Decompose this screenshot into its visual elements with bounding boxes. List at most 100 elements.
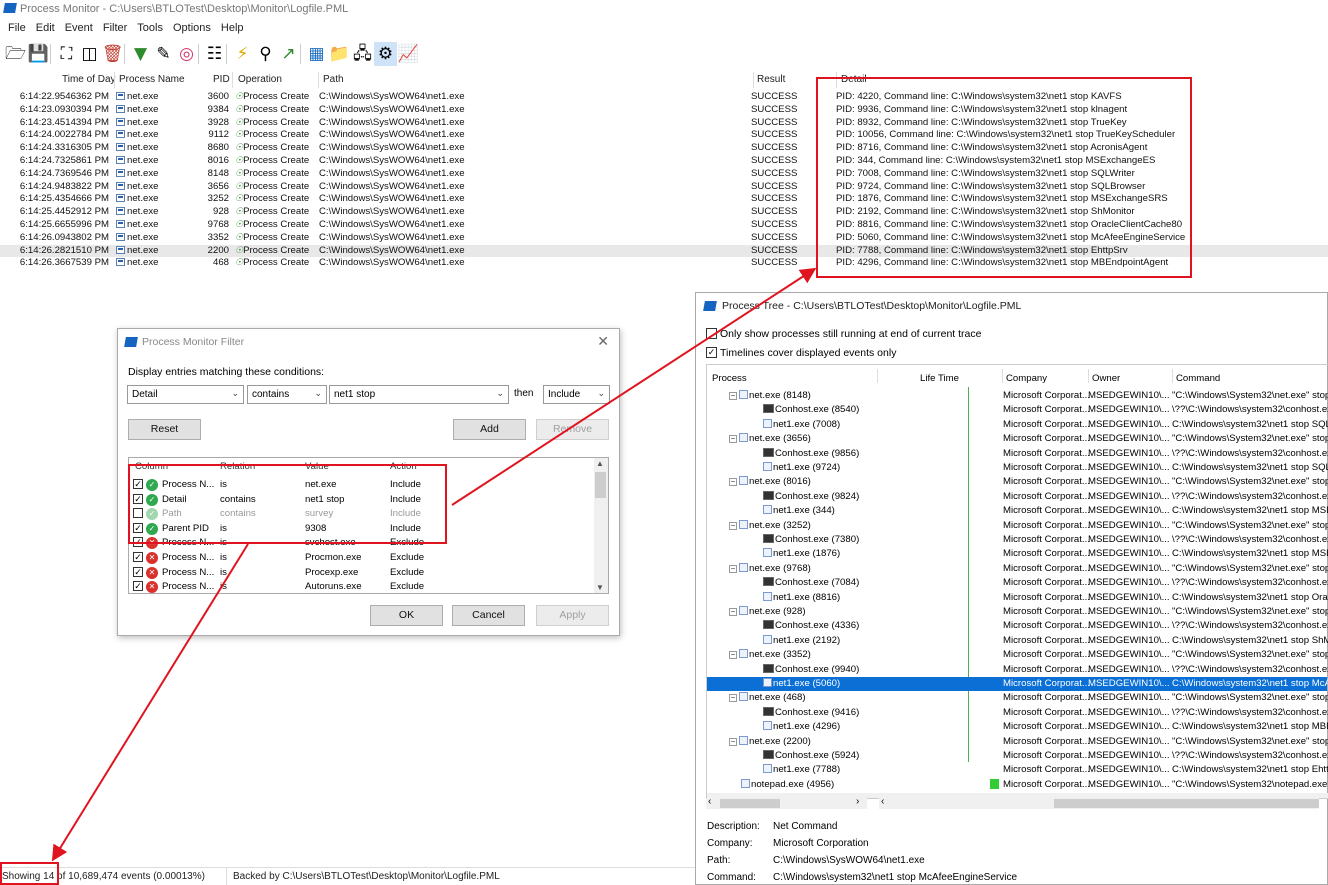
- add-button[interactable]: Add: [453, 419, 526, 440]
- tree-row[interactable]: Conhost.exe (9416) Microsoft Corporat... M…: [707, 706, 1328, 720]
- tree-row[interactable]: − net.exe (468) Microsoft Corporat... MSEDG…: [707, 691, 1328, 705]
- tree-row[interactable]: net1.exe (4296) Microsoft Corporat... MSED…: [707, 720, 1328, 734]
- clear-icon[interactable]: 🗑: [101, 42, 124, 66]
- menu-file[interactable]: File: [0, 20, 26, 34]
- tree-row[interactable]: − net.exe (3252) Microsoft Corporat... MSED…: [707, 519, 1328, 533]
- scroll-down-icon[interactable]: ▼: [596, 583, 604, 592]
- tree-row[interactable]: net1.exe (1876) Microsoft Corporat... MSED…: [707, 547, 1328, 561]
- capture-icon[interactable]: ◫: [78, 42, 101, 66]
- tree-row[interactable]: Conhost.exe (9940) Microsoft Corporat... M…: [707, 663, 1328, 677]
- col-header-pid[interactable]: PID: [213, 74, 230, 87]
- tree-row[interactable]: net1.exe (344) Microsoft Corporat... MSEDG…: [707, 504, 1328, 518]
- apply-button[interactable]: Apply: [536, 605, 609, 626]
- scroll-up-icon[interactable]: ▲: [596, 459, 604, 468]
- horizontal-scrollbar[interactable]: ‹ ›: [706, 796, 867, 809]
- rule-checkbox[interactable]: ✓: [133, 581, 143, 592]
- action-select[interactable]: Include ⌄: [543, 385, 610, 404]
- menu-help[interactable]: Help: [213, 20, 244, 34]
- filter-icon[interactable]: ▼: [129, 42, 152, 66]
- tree-row[interactable]: − net.exe (3656) Microsoft Corporat... MSED…: [707, 432, 1328, 446]
- target-icon[interactable]: ◎: [175, 42, 198, 66]
- col-header-lifetime[interactable]: Life Time: [920, 373, 959, 384]
- col-header-command[interactable]: Command: [1176, 373, 1220, 384]
- tree-row[interactable]: net1.exe (7008) Microsoft Corporat... MSED…: [707, 418, 1328, 432]
- scroll-thumb[interactable]: [720, 799, 780, 808]
- expand-collapse-icon[interactable]: −: [729, 737, 737, 746]
- tree-row[interactable]: net1.exe (5060) Microsoft Corporat... MSED…: [707, 677, 1328, 692]
- rule-checkbox[interactable]: ✓: [133, 566, 143, 577]
- tree-row[interactable]: notepad.exe (4956) Microsoft Corporat... M…: [707, 778, 1328, 792]
- only-running-checkbox[interactable]: [706, 328, 717, 339]
- autoscroll-icon[interactable]: ⛶: [55, 42, 78, 66]
- menu-tools[interactable]: Tools: [129, 20, 163, 34]
- remove-button[interactable]: Remove: [536, 419, 609, 440]
- scroll-right-icon[interactable]: ›: [856, 796, 859, 807]
- tree-row[interactable]: Conhost.exe (8540) Microsoft Corporat... M…: [707, 403, 1328, 417]
- jump-icon[interactable]: ↗: [277, 42, 300, 66]
- filter-row[interactable]: ✓ ✕ Process N... is Procexp.exe Exclude: [129, 566, 599, 580]
- process-tree-list[interactable]: Process Life Time Company Owner Command …: [706, 364, 1328, 799]
- cancel-button[interactable]: Cancel: [452, 605, 525, 626]
- menu-options[interactable]: Options: [165, 20, 211, 34]
- profiling-icon[interactable]: 📈: [397, 42, 420, 66]
- col-header-time[interactable]: Time of Day: [62, 74, 116, 87]
- save-icon[interactable]: 💾: [27, 42, 50, 66]
- registry-icon[interactable]: ▦: [305, 42, 328, 66]
- col-header-result[interactable]: Result: [757, 74, 785, 87]
- scroll-thumb[interactable]: [595, 472, 606, 498]
- menu-filter[interactable]: Filter: [95, 20, 127, 34]
- value-input[interactable]: net1 stop ⌄: [329, 385, 509, 404]
- col-header-owner[interactable]: Owner: [1092, 373, 1120, 384]
- timelines-checkbox[interactable]: ✓: [706, 347, 717, 358]
- tree-row[interactable]: Conhost.exe (9856) Microsoft Corporat... M…: [707, 447, 1328, 461]
- filter-row[interactable]: ✓ ✕ Process N... is Autoruns.exe Exclude: [129, 580, 599, 593]
- reset-button[interactable]: Reset: [128, 419, 201, 440]
- expand-collapse-icon[interactable]: −: [729, 478, 737, 487]
- tree-row[interactable]: − net.exe (8016) Microsoft Corporat... MSED…: [707, 475, 1328, 489]
- find-icon[interactable]: ⚲: [254, 42, 277, 66]
- highlight-icon[interactable]: ✎: [152, 42, 175, 66]
- col-header-operation[interactable]: Operation: [238, 74, 282, 87]
- expand-collapse-icon[interactable]: −: [729, 564, 737, 573]
- scrollbar[interactable]: ▲ ▼: [594, 458, 608, 593]
- scroll-left-icon[interactable]: ‹: [708, 796, 711, 807]
- network-icon[interactable]: 🖧: [351, 42, 374, 66]
- tree-row[interactable]: net1.exe (7788) Microsoft Corporat... MSED…: [707, 763, 1328, 777]
- tree-row[interactable]: − net.exe (3352) Microsoft Corporat... MSED…: [707, 648, 1328, 662]
- scroll-thumb[interactable]: [1054, 799, 1319, 808]
- col-header-company[interactable]: Company: [1006, 373, 1047, 384]
- expand-collapse-icon[interactable]: −: [729, 694, 737, 703]
- scroll-left-icon[interactable]: ‹: [881, 796, 884, 807]
- expand-collapse-icon[interactable]: −: [729, 521, 737, 530]
- col-header-process[interactable]: Process: [712, 373, 747, 384]
- menu-edit[interactable]: Edit: [28, 20, 55, 34]
- rule-checkbox[interactable]: ✓: [133, 552, 143, 562]
- open-icon[interactable]: 🗁: [4, 42, 27, 66]
- tree-row[interactable]: Conhost.exe (9824) Microsoft Corporat... M…: [707, 490, 1328, 504]
- tree-row[interactable]: Conhost.exe (5924) Microsoft Corporat... M…: [707, 749, 1328, 763]
- tree-row[interactable]: Conhost.exe (7084) Microsoft Corporat... M…: [707, 576, 1328, 590]
- ok-button[interactable]: OK: [370, 605, 443, 626]
- expand-collapse-icon[interactable]: −: [729, 392, 737, 400]
- lightning-icon[interactable]: ⚡: [231, 42, 254, 66]
- tree-row[interactable]: net1.exe (9724) Microsoft Corporat... MSED…: [707, 461, 1328, 475]
- horizontal-scrollbar[interactable]: ‹: [879, 796, 1319, 809]
- process-activity-icon[interactable]: ⚙: [374, 42, 397, 66]
- col-header-path[interactable]: Path: [323, 74, 344, 87]
- tree-row[interactable]: − net.exe (8148) Microsoft Corporat... MSED…: [707, 389, 1328, 403]
- close-icon[interactable]: ✕: [597, 333, 609, 350]
- expand-collapse-icon[interactable]: −: [729, 651, 737, 660]
- filter-row[interactable]: ✓ ✕ Process N... is Procmon.exe Exclude: [129, 551, 599, 565]
- tree-row[interactable]: net1.exe (2192) Microsoft Corporat... MSED…: [707, 634, 1328, 648]
- expand-collapse-icon[interactable]: −: [729, 608, 737, 616]
- tree-row[interactable]: Conhost.exe (4336) Microsoft Corporat... M…: [707, 619, 1328, 633]
- process-tree-icon[interactable]: ☷: [203, 42, 226, 66]
- menu-event[interactable]: Event: [57, 20, 93, 34]
- tree-row[interactable]: Conhost.exe (7380) Microsoft Corporat... M…: [707, 533, 1328, 547]
- expand-collapse-icon[interactable]: −: [729, 435, 737, 444]
- column-select[interactable]: Detail ⌄: [127, 385, 244, 404]
- tree-row[interactable]: − net.exe (928) Microsoft Corporat... MSEDG…: [707, 605, 1328, 619]
- filesystem-icon[interactable]: 📁: [328, 42, 351, 66]
- tree-row[interactable]: net1.exe (8816) Microsoft Corporat... MSED…: [707, 591, 1328, 605]
- col-header-process[interactable]: Process Name: [119, 74, 185, 87]
